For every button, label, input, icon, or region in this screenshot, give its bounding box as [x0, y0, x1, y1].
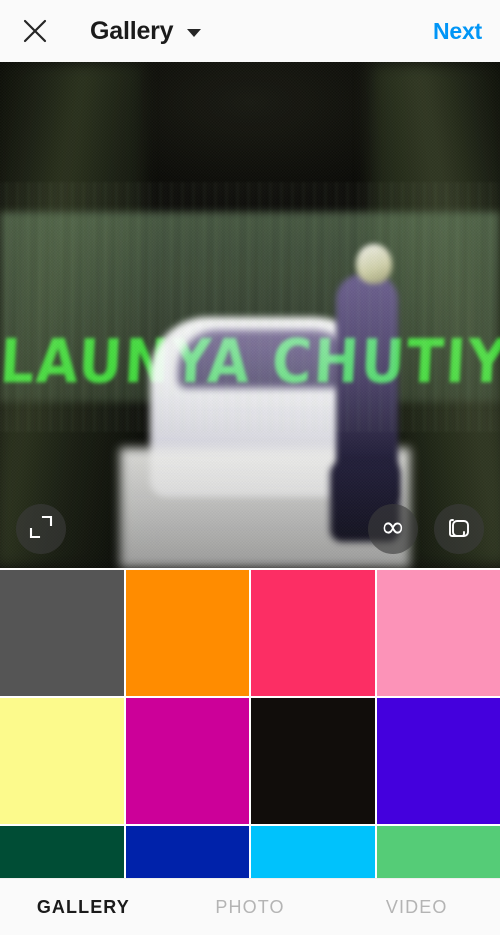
layers-icon — [446, 514, 472, 545]
media-preview[interactable]: LAUNYA CHUTIYA ∞ — [0, 62, 500, 568]
top-header-bar: Gallery Next — [0, 0, 500, 62]
thumb-12[interactable] — [376, 826, 500, 878]
tab-gallery[interactable]: GALLERY — [0, 897, 167, 918]
thumb-4[interactable] — [376, 570, 500, 696]
close-icon[interactable] — [18, 14, 52, 48]
thumb-2[interactable] — [125, 570, 249, 696]
page-title: Gallery — [90, 16, 174, 45]
thumb-5[interactable] — [0, 698, 124, 824]
next-button[interactable]: Next — [433, 18, 482, 45]
chevron-down-icon — [187, 28, 202, 37]
thumb-6[interactable] — [125, 698, 249, 824]
bottom-tab-bar: GALLERY PHOTO VIDEO — [0, 878, 500, 935]
tab-video[interactable]: VIDEO — [333, 897, 500, 918]
expand-crop-button[interactable] — [16, 504, 66, 554]
media-picker-screen: Gallery Next LAUNYA CHUTIYA ∞ GALLERY PH… — [0, 0, 500, 935]
preview-canvas: LAUNYA CHUTIYA — [0, 62, 500, 568]
tab-photo[interactable]: PHOTO — [167, 897, 334, 918]
thumb-11[interactable] — [251, 826, 375, 878]
multi-select-button[interactable] — [434, 504, 484, 554]
person-head — [356, 244, 392, 284]
album-selector[interactable]: Gallery — [90, 16, 202, 45]
car-window — [178, 330, 358, 388]
thumbnail-grid[interactable] — [0, 568, 500, 878]
boomerang-button[interactable]: ∞ — [368, 504, 418, 554]
thumb-9[interactable] — [0, 826, 124, 878]
infinity-icon: ∞ — [380, 509, 406, 545]
thumb-8[interactable] — [376, 698, 500, 824]
thumb-10[interactable] — [125, 826, 249, 878]
expand-corners-icon — [29, 515, 53, 544]
thumb-7[interactable] — [251, 698, 375, 824]
thumb-1[interactable] — [0, 570, 124, 696]
thumb-3[interactable] — [251, 570, 375, 696]
